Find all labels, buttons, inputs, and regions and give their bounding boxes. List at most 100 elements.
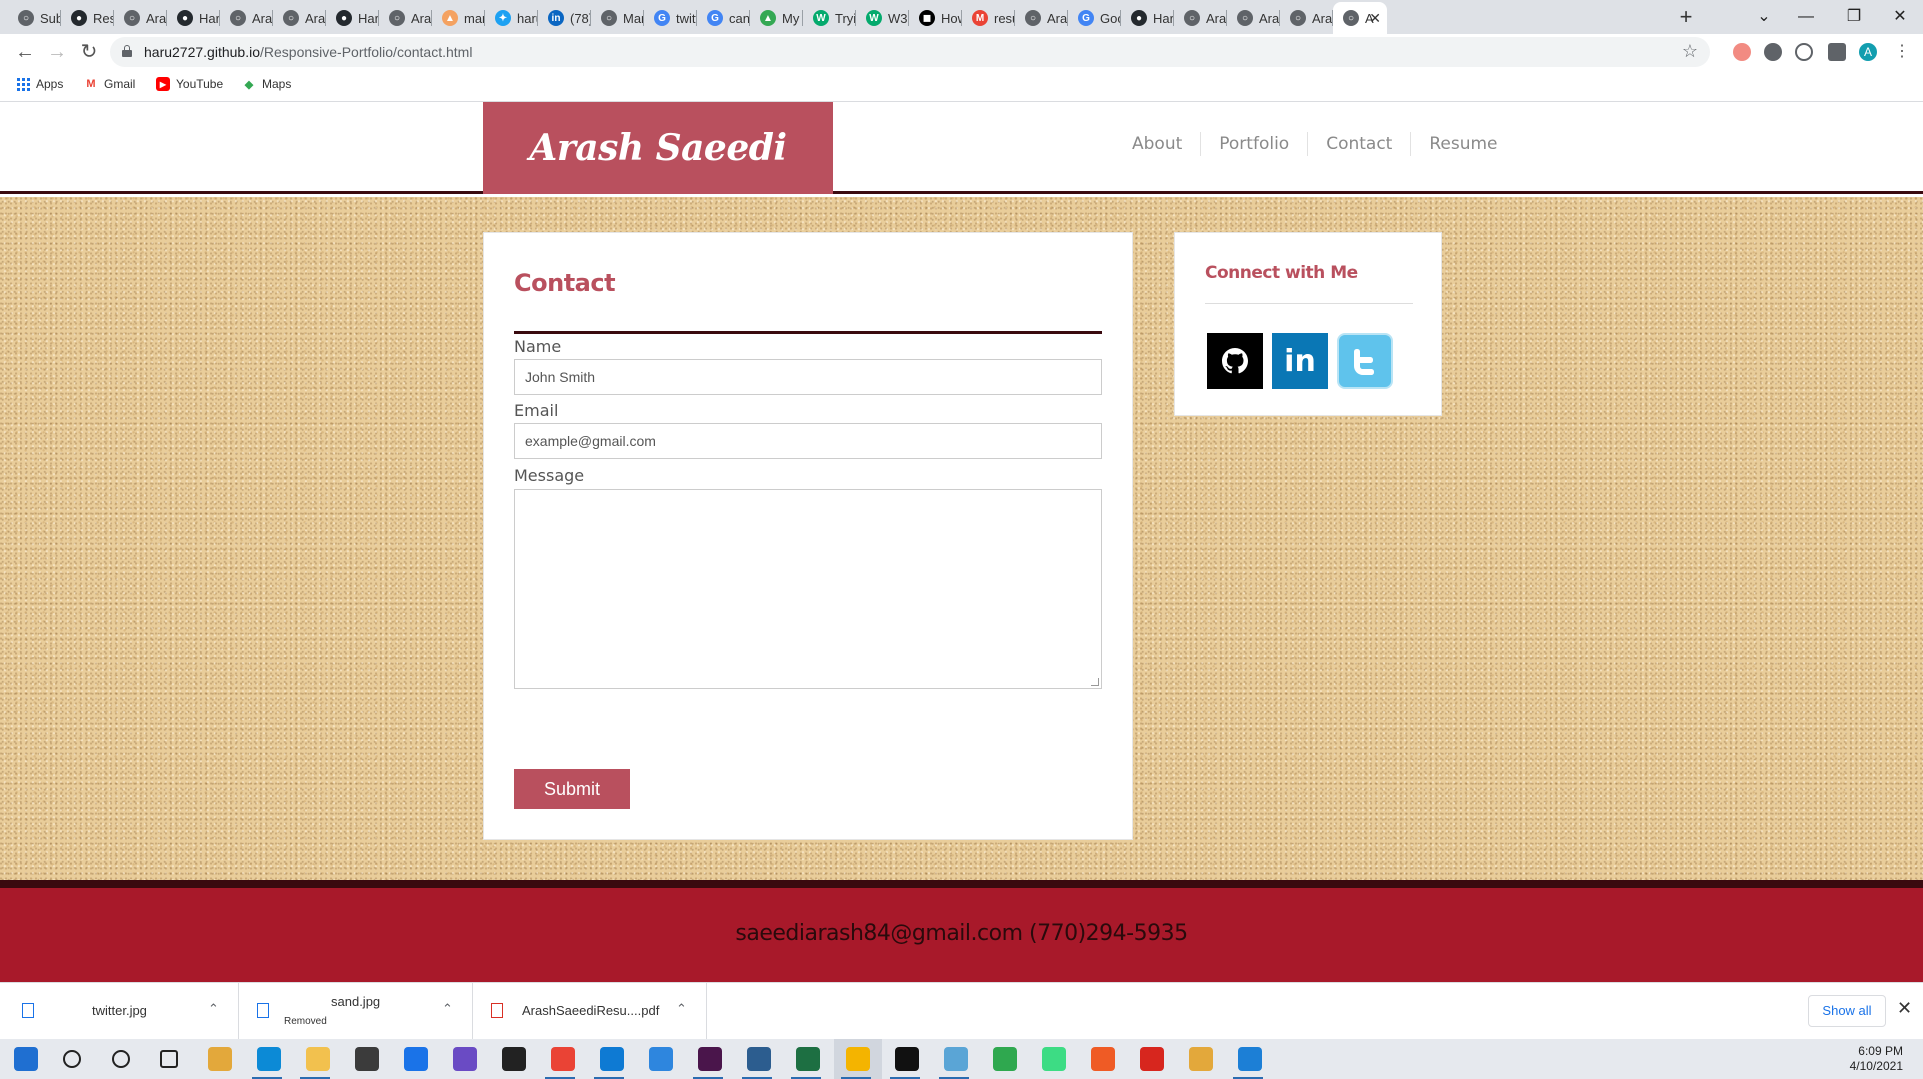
new-tab-button[interactable]: + [1673, 4, 1699, 30]
browser-tab[interactable]: Gtwitt [644, 4, 697, 32]
tab-favicon-icon: ○ [124, 10, 140, 26]
download-item-resume[interactable]: ArashSaeediResu....pdf ⌃ [473, 983, 707, 1040]
name-input[interactable]: John Smith [514, 359, 1102, 395]
terminal-icon[interactable] [895, 1047, 919, 1071]
browser-tab[interactable]: ● Haru [326, 4, 379, 32]
browser-tab[interactable]: ▲ My [750, 4, 803, 32]
slack-icon[interactable] [698, 1047, 722, 1071]
postman-icon[interactable] [1091, 1047, 1115, 1071]
browser-tab[interactable]: ● Haru [167, 4, 220, 32]
close-window-button[interactable]: ✕ [1880, 4, 1920, 30]
android-icon[interactable] [1042, 1047, 1066, 1071]
back-arrow-icon[interactable]: ← [12, 40, 38, 66]
browser-tab[interactable]: Mresu [962, 4, 1015, 32]
forward-arrow-icon[interactable]: → [44, 40, 70, 66]
browser-tab[interactable]: ● Resp [61, 4, 114, 32]
browser-tab[interactable]: ○ Aras [1015, 4, 1068, 32]
close-tab-icon[interactable]: ✕ [1369, 10, 1381, 27]
browser-tab[interactable]: ○ Mari [591, 4, 644, 32]
tab-favicon-icon: ○ [18, 10, 34, 26]
mail-icon[interactable] [404, 1047, 428, 1071]
reload-icon[interactable]: ↻ [76, 40, 102, 66]
slack-style-app-icon[interactable] [208, 1047, 232, 1071]
message-textarea[interactable] [514, 489, 1102, 689]
browser-tab[interactable]: ○ Aras [220, 4, 273, 32]
xbox-icon[interactable] [502, 1047, 526, 1071]
restore-button[interactable]: ❐ [1834, 4, 1874, 30]
address-bar[interactable]: haru2727.github.io/Responsive-Portfolio/… [110, 37, 1710, 67]
photos-icon[interactable] [1238, 1047, 1262, 1071]
browser-tab[interactable]: ○ Aras [1280, 4, 1333, 32]
browser-tab[interactable]: ○ Aras [379, 4, 432, 32]
visual-studio-icon[interactable] [453, 1047, 477, 1071]
vscode-icon[interactable] [600, 1047, 624, 1071]
nav-resume[interactable]: Resume [1410, 132, 1515, 156]
bookmark-maps[interactable]: ◆ Maps [242, 77, 292, 91]
acrobat-icon[interactable] [1140, 1047, 1164, 1071]
extension-icon[interactable] [1764, 43, 1782, 61]
tab-search-icon[interactable]: ⌄ [1744, 4, 1784, 30]
lock-icon[interactable] [122, 45, 132, 57]
browser-tab[interactable]: G Goo [1068, 4, 1121, 32]
system-clock[interactable]: 6:09 PM 4/10/2021 [1850, 1044, 1903, 1074]
twitter-icon[interactable] [1337, 333, 1393, 389]
task-view-icon[interactable] [160, 1050, 178, 1068]
download-item-sand[interactable]: sand.jpg Removed ⌃ [239, 983, 473, 1040]
nav-portfolio[interactable]: Portfolio [1200, 132, 1307, 156]
resize-handle[interactable] [1091, 678, 1099, 686]
browser-tab[interactable]: W W3S [856, 4, 909, 32]
browser-tab[interactable]: ○ Aras [1174, 4, 1227, 32]
profile-avatar[interactable]: A [1859, 43, 1877, 61]
puzzle-extensions-icon[interactable] [1828, 43, 1846, 61]
mysql-icon[interactable] [747, 1047, 771, 1071]
browser-tab[interactable]: ◼ How [909, 4, 962, 32]
menu-dots-icon[interactable]: ⋮ [1889, 40, 1915, 66]
close-download-bar-icon[interactable]: ✕ [1897, 998, 1912, 1019]
minimize-button[interactable]: — [1786, 4, 1826, 30]
site-header: Arash Saeedi About Portfolio Contact Res… [0, 102, 1923, 194]
notes-icon[interactable] [944, 1047, 968, 1071]
bookmark-youtube[interactable]: ▶ YouTube [156, 77, 223, 91]
browser-tab[interactable]: ✦ haru [485, 4, 538, 32]
download-item-twitter[interactable]: twitter.jpg ⌃ [0, 983, 239, 1040]
bookmark-gmail[interactable]: M Gmail [84, 77, 135, 91]
edge-icon[interactable] [257, 1047, 281, 1071]
chevron-up-icon[interactable]: ⌃ [676, 1001, 687, 1017]
excel-icon[interactable] [796, 1047, 820, 1071]
nav-about[interactable]: About [1114, 132, 1200, 156]
browser-tab[interactable]: ○ A ✕ [1333, 2, 1387, 34]
phone-icon[interactable] [649, 1047, 673, 1071]
extension-icon[interactable] [1795, 43, 1813, 61]
browser-tab[interactable]: ▲ mari [432, 4, 485, 32]
linkedin-icon[interactable]: in [1272, 333, 1328, 389]
browser-tab[interactable]: W Tryit [803, 4, 856, 32]
cortana-icon[interactable] [112, 1050, 130, 1068]
extension-icon[interactable] [1733, 43, 1751, 61]
github-icon[interactable] [1207, 333, 1263, 389]
logo[interactable]: Arash Saeedi [483, 102, 833, 194]
browser-tab[interactable]: ○ Aras [114, 4, 167, 32]
tab-favicon-icon: ◼ [919, 10, 935, 26]
nav-contact[interactable]: Contact [1307, 132, 1410, 156]
email-input[interactable]: example@gmail.com [514, 423, 1102, 459]
browser-tab[interactable]: in (78) [538, 4, 591, 32]
maps-app-icon[interactable] [993, 1047, 1017, 1071]
chevron-up-icon[interactable]: ⌃ [442, 1001, 453, 1017]
browser-tab[interactable]: ○ Subi [8, 4, 61, 32]
bookmark-apps[interactable]: Apps [16, 77, 63, 91]
browser-tab[interactable]: ○ Aras [1227, 4, 1280, 32]
submit-button[interactable]: Submit [514, 769, 630, 809]
store-icon[interactable] [355, 1047, 379, 1071]
show-all-downloads-button[interactable]: Show all [1808, 995, 1886, 1027]
browser-tab[interactable]: Gcan [697, 4, 750, 32]
chrome-icon[interactable] [846, 1047, 870, 1071]
git-tool-icon[interactable] [1189, 1047, 1213, 1071]
chevron-up-icon[interactable]: ⌃ [208, 1001, 219, 1017]
bookmark-star-icon[interactable]: ☆ [1682, 41, 1698, 62]
file-explorer-icon[interactable] [306, 1047, 330, 1071]
browser-tab[interactable]: ● Haru [1121, 4, 1174, 32]
browser-tab[interactable]: ○ Aras [273, 4, 326, 32]
search-icon[interactable] [63, 1050, 81, 1068]
chrome-app-icon[interactable] [551, 1047, 575, 1071]
windows-start-icon[interactable] [14, 1047, 38, 1071]
